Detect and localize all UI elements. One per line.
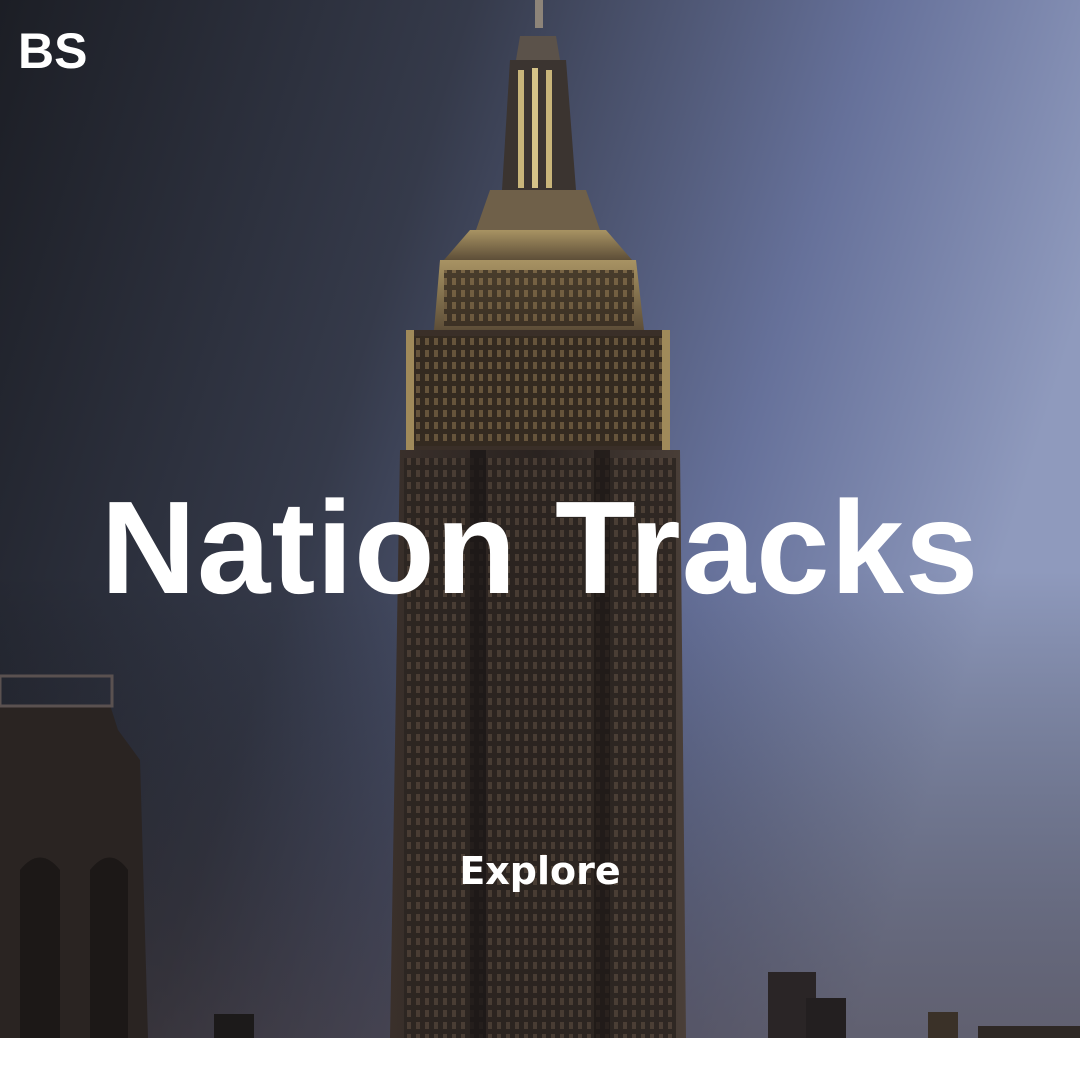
- hero-title: Nation Tracks: [100, 474, 980, 621]
- hero-section: BS Nation Tracks Explore: [0, 0, 1080, 1038]
- page-bottom-strip: [0, 1038, 1080, 1080]
- explore-button[interactable]: Explore: [0, 846, 1080, 896]
- brand-logo[interactable]: BS: [18, 22, 87, 80]
